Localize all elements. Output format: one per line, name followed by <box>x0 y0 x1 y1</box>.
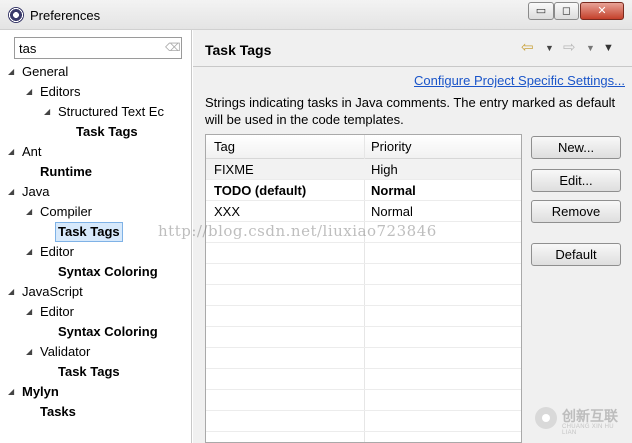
tree-item[interactable]: Editor <box>40 242 74 262</box>
tree-item[interactable]: Compiler <box>40 202 92 222</box>
remove-button[interactable]: Remove <box>531 200 621 223</box>
filter-field[interactable]: tas ⌫ <box>14 37 182 59</box>
tree-expand-icon[interactable]: ◢ <box>26 302 36 322</box>
default-button[interactable]: Default <box>531 243 621 266</box>
table-row <box>206 306 521 327</box>
tree-expand-icon[interactable]: ◢ <box>44 102 54 122</box>
tree-expand-icon[interactable]: ◢ <box>26 82 36 102</box>
priority-cell: Normal <box>371 204 413 219</box>
table-row[interactable]: FIXME High <box>206 159 521 180</box>
window-titlebar: Preferences ▭ ◻ ✕ <box>0 0 632 30</box>
configure-project-settings-link[interactable]: Configure Project Specific Settings... <box>414 73 625 88</box>
tree-expand-icon[interactable]: ◢ <box>8 62 18 82</box>
forward-arrow-icon[interactable]: ⇨ <box>563 39 576 57</box>
table-row <box>206 369 521 390</box>
column-header-tag[interactable]: Tag <box>214 139 235 154</box>
tree-item[interactable]: Task Tags <box>58 362 120 382</box>
tree-item[interactable]: Syntax Coloring <box>58 322 158 342</box>
filter-input-value[interactable]: tas <box>19 41 36 56</box>
close-button[interactable]: ✕ <box>580 2 624 20</box>
header-divider <box>193 66 632 67</box>
table-row <box>206 243 521 264</box>
tree-item[interactable]: JavaScript <box>22 282 83 302</box>
preferences-nav-panel: tas ⌫ ◢ General ◢ Editors ◢ Structured Text E… <box>0 30 192 443</box>
clear-filter-icon[interactable]: ⌫ <box>165 41 181 54</box>
view-menu-icon[interactable]: ▼ <box>603 39 614 57</box>
tree-item[interactable]: General <box>22 62 68 82</box>
tree-item[interactable]: Java <box>22 182 49 202</box>
task-tags-table[interactable]: Tag Priority FIXME High TODO (default) Norm… <box>205 134 522 443</box>
minimize-button[interactable]: ▭ <box>528 2 554 20</box>
maximize-button[interactable]: ◻ <box>554 2 579 20</box>
new-button[interactable]: New... <box>531 136 621 159</box>
back-dropdown-icon[interactable]: ▼ <box>545 39 554 57</box>
page-description: Strings indicating tasks in Java comment… <box>205 95 616 127</box>
tree-item[interactable]: Task Tags <box>55 222 123 242</box>
tree-item[interactable]: Ant <box>22 142 42 162</box>
forward-dropdown-icon[interactable]: ▼ <box>586 39 595 57</box>
window-title: Preferences <box>30 8 101 23</box>
table-row <box>206 327 521 348</box>
back-arrow-icon[interactable]: ⇦ <box>521 39 534 57</box>
table-row <box>206 285 521 306</box>
tree-item[interactable]: Validator <box>40 342 90 362</box>
table-row <box>206 390 521 411</box>
tree-expand-icon[interactable]: ◢ <box>8 282 18 302</box>
tree-expand-icon[interactable]: ◢ <box>8 382 18 402</box>
priority-cell: High <box>371 162 398 177</box>
tree-item[interactable]: Editors <box>40 82 80 102</box>
tree-expand-icon[interactable]: ◢ <box>8 142 18 162</box>
column-header-priority[interactable]: Priority <box>371 139 411 154</box>
table-row <box>206 348 521 369</box>
tree-item[interactable]: Structured Text Ec <box>58 102 164 122</box>
page-title: Task Tags <box>205 42 272 58</box>
tree-expand-icon[interactable]: ◢ <box>26 342 36 362</box>
tag-cell: TODO (default) <box>214 183 307 198</box>
table-row[interactable]: XXX Normal <box>206 201 521 222</box>
tree-item[interactable]: Runtime <box>40 162 92 182</box>
tree-item[interactable]: Tasks <box>40 402 76 422</box>
tree-expand-icon[interactable]: ◢ <box>26 242 36 262</box>
tree-item[interactable]: Mylyn <box>22 382 59 402</box>
tree-expand-icon[interactable]: ◢ <box>8 182 18 202</box>
edit-button[interactable]: Edit... <box>531 169 621 192</box>
preference-page: Task Tags ⇦ ▼ ⇨ ▼ ▼ Configure Project Sp… <box>193 30 632 443</box>
tree-expand-icon[interactable]: ◢ <box>26 202 36 222</box>
eclipse-app-icon <box>8 7 24 23</box>
tag-cell: XXX <box>214 204 241 219</box>
table-row <box>206 222 521 243</box>
tag-cell: FIXME <box>214 162 254 177</box>
priority-cell: Normal <box>371 183 416 198</box>
table-row <box>206 264 521 285</box>
tree-item[interactable]: Editor <box>40 302 74 322</box>
tree-item[interactable]: Task Tags <box>76 122 138 142</box>
table-row <box>206 411 521 432</box>
table-row[interactable]: TODO (default) Normal <box>206 180 521 201</box>
tree-item[interactable]: Syntax Coloring <box>58 262 158 282</box>
